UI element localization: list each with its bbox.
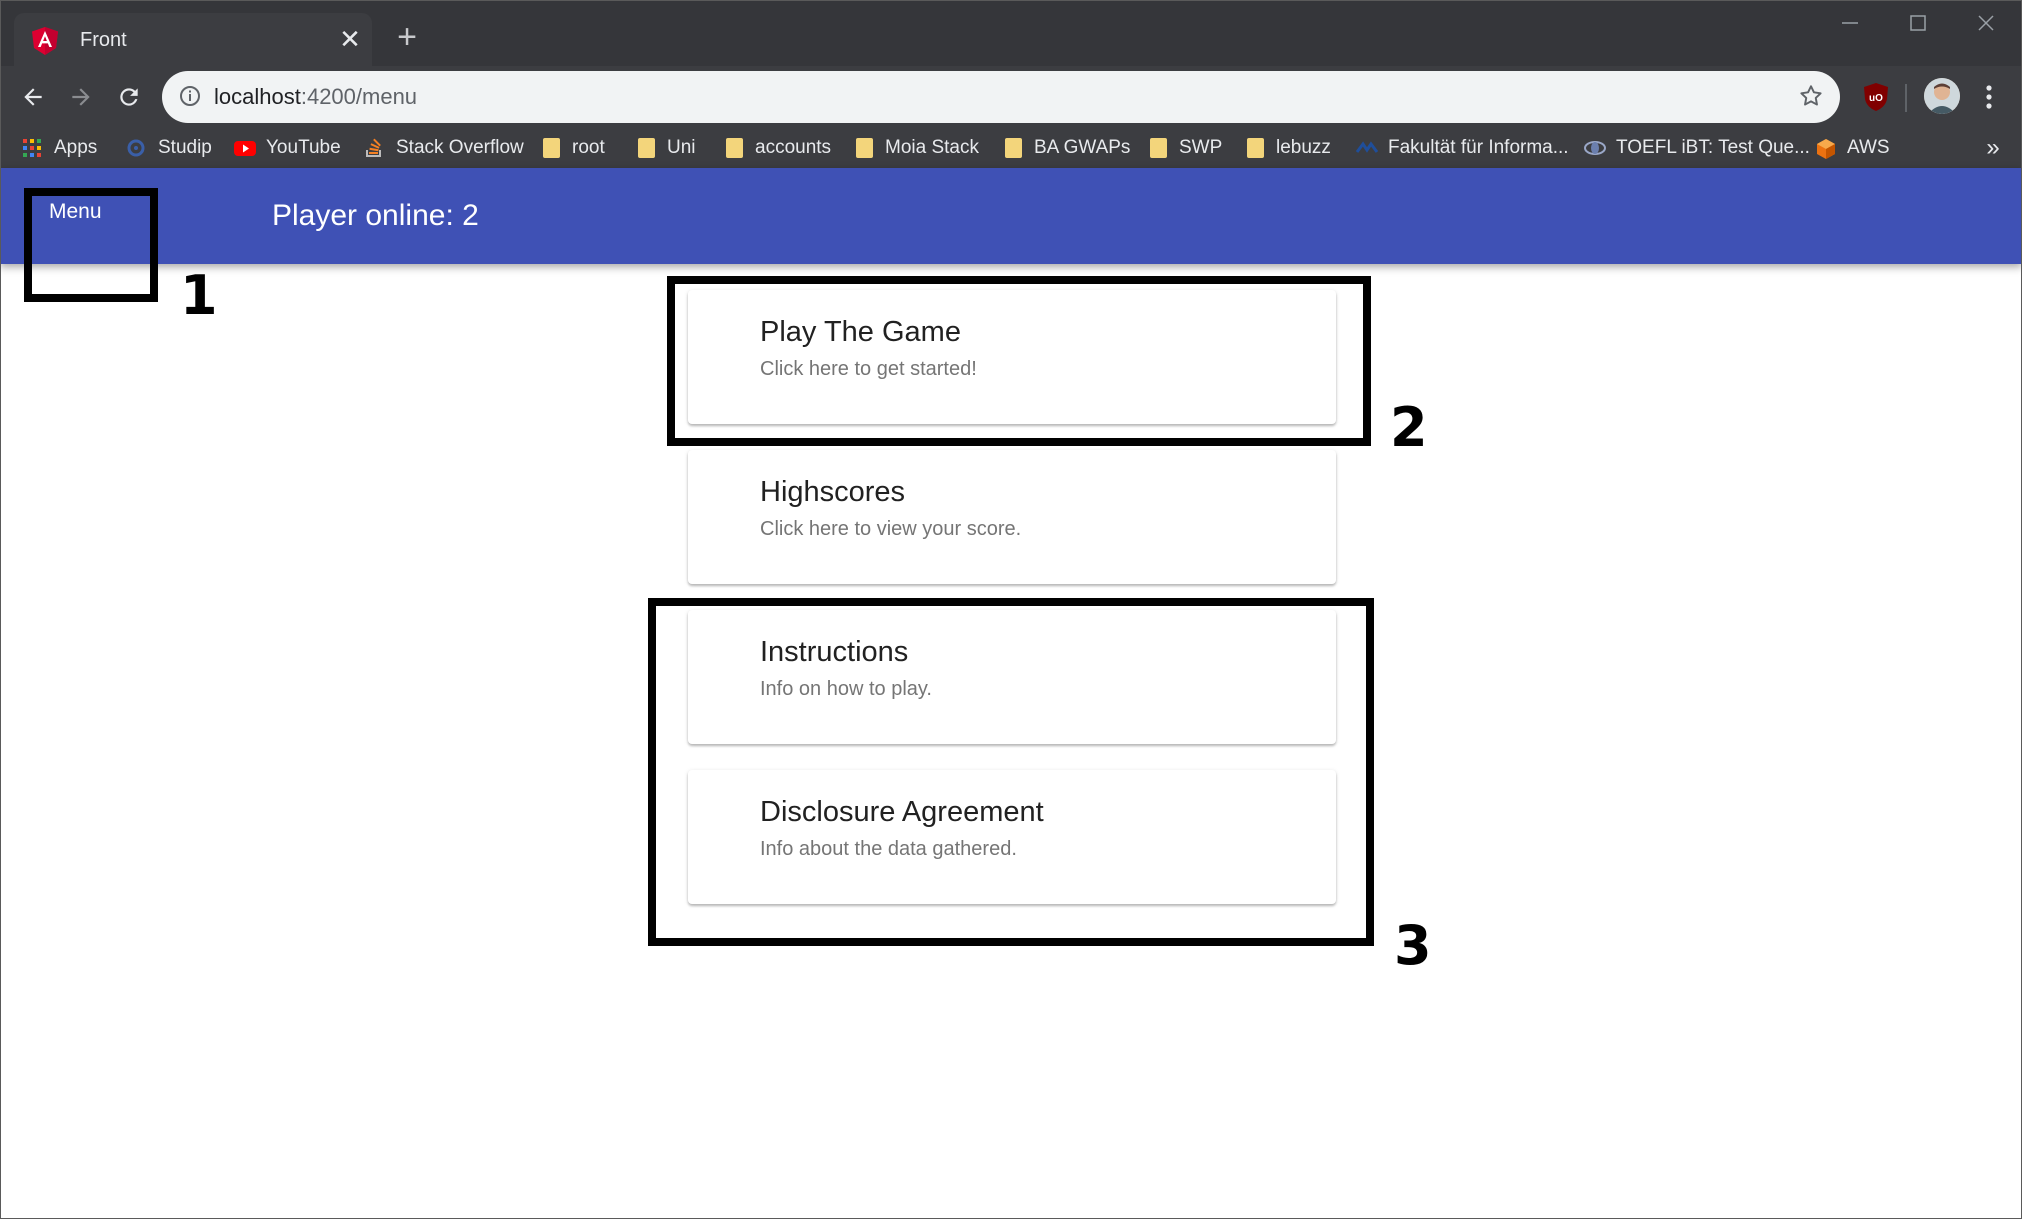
bookmark-aws[interactable]: AWS [1815, 128, 1890, 168]
url-text[interactable]: localhost:4200/menu [214, 84, 417, 110]
bookmark-label: Studip [158, 137, 212, 158]
bookmarks-bar: Apps Studip YouTube Stack Overflow root … [0, 128, 2022, 168]
bookmark-label: accounts [755, 137, 832, 158]
annotation-number-3: 3 [1394, 914, 1432, 977]
minimize-icon[interactable] [1820, 6, 1880, 40]
browser-tab-strip: Front ✕ + [0, 0, 2022, 66]
bookmark-stackoverflow[interactable]: Stack Overflow [364, 128, 524, 168]
bookmark-folder-lebuzz[interactable]: lebuzz [1247, 128, 1331, 168]
annotation-box-2 [667, 276, 1371, 446]
info-icon[interactable] [178, 84, 202, 108]
toefl-icon [1584, 138, 1606, 158]
bookmark-studip[interactable]: Studip [126, 128, 212, 168]
faculty-icon [1355, 138, 1379, 158]
card-title: Highscores [760, 476, 906, 508]
annotation-box-3 [648, 598, 1374, 946]
studip-icon [126, 138, 146, 158]
bookmark-folder-root[interactable]: root [543, 128, 605, 168]
card-subtitle: Click here to view your score. [760, 518, 1022, 540]
bookmark-label: Moia Stack [885, 137, 979, 158]
angular-favicon-icon [32, 27, 58, 55]
folder-icon [726, 138, 743, 158]
folder-icon [1247, 138, 1264, 158]
bookmark-label: Uni [667, 137, 696, 158]
annotation-number-2: 2 [1390, 396, 1428, 459]
folder-icon [856, 138, 873, 158]
youtube-icon [234, 138, 256, 158]
bookmark-fakultaet[interactable]: Fakultät für Informa... [1355, 128, 1569, 168]
bookmark-label: lebuzz [1276, 137, 1331, 158]
back-arrow-icon[interactable] [14, 78, 52, 116]
folder-icon [638, 138, 655, 158]
bookmark-label: Apps [54, 137, 98, 158]
reload-icon[interactable] [110, 78, 148, 116]
folder-icon [1005, 138, 1022, 158]
bookmark-apps[interactable]: Apps [22, 128, 97, 168]
ublock-extension-icon[interactable]: uO [1862, 82, 1890, 112]
bookmark-label: BA GWAPs [1034, 137, 1131, 158]
stackoverflow-icon [364, 138, 384, 158]
bookmark-folder-swp[interactable]: SWP [1150, 128, 1222, 168]
folder-icon [543, 138, 560, 158]
bookmarks-overflow-icon[interactable]: » [1978, 128, 2008, 168]
close-window-icon[interactable] [1956, 6, 2016, 40]
bookmark-star-icon[interactable] [1796, 81, 1826, 111]
url-host: localhost [214, 84, 301, 109]
bookmark-label: Fakultät für Informa... [1388, 137, 1569, 158]
close-tab-icon[interactable]: ✕ [336, 25, 364, 53]
svg-text:uO: uO [1869, 93, 1883, 104]
bookmark-folder-uni[interactable]: Uni [638, 128, 696, 168]
bookmark-folder-moia-stack[interactable]: Moia Stack [856, 128, 979, 168]
bookmark-label: root [572, 137, 605, 158]
maximize-icon[interactable] [1888, 6, 1948, 40]
bookmark-label: Stack Overflow [396, 137, 524, 158]
toolbar-divider [1905, 84, 1907, 112]
bookmark-youtube[interactable]: YouTube [234, 128, 341, 168]
aws-icon [1815, 138, 1835, 159]
annotation-box-1 [24, 188, 158, 302]
apps-grid-icon [22, 138, 42, 158]
player-online-count: Player online: 2 [272, 199, 479, 232]
app-toolbar: Menu Player online: 2 [0, 168, 2022, 264]
folder-icon [1150, 138, 1167, 158]
card-highscores[interactable]: Highscores Click here to view your score… [688, 450, 1336, 584]
bookmark-label: YouTube [266, 137, 341, 158]
more-options-icon[interactable] [1972, 80, 2006, 114]
browser-toolbar: localhost:4200/menu uO [0, 66, 2022, 128]
bookmark-folder-accounts[interactable]: accounts [726, 128, 831, 168]
bookmark-folder-ba-gwaps[interactable]: BA GWAPs [1005, 128, 1130, 168]
bookmark-label: AWS [1847, 137, 1890, 158]
browser-tab[interactable]: Front ✕ [14, 13, 372, 66]
bookmark-toefl[interactable]: TOEFL iBT: Test Que... [1584, 128, 1810, 168]
bookmark-label: TOEFL iBT: Test Que... [1616, 137, 1810, 158]
url-path: :4200/menu [300, 84, 418, 109]
new-tab-button[interactable]: + [390, 20, 424, 54]
forward-arrow-icon[interactable] [62, 78, 100, 116]
profile-avatar[interactable] [1924, 78, 1960, 114]
tab-title: Front [80, 29, 127, 51]
bookmark-label: SWP [1179, 137, 1223, 158]
address-bar[interactable]: localhost:4200/menu [162, 71, 1840, 123]
annotation-number-1: 1 [180, 264, 218, 327]
